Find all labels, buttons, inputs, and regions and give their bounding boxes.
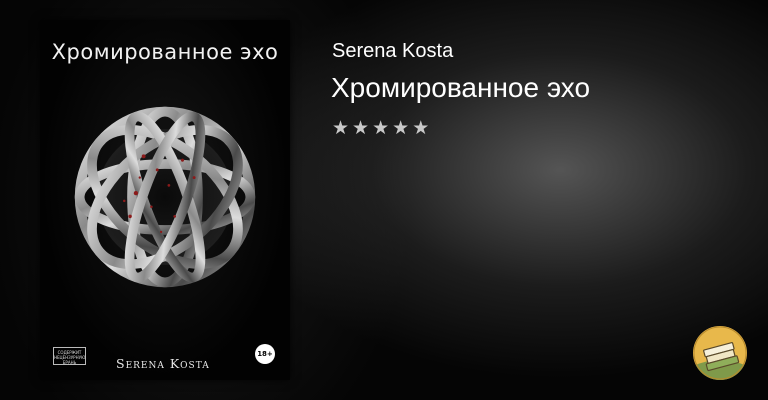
author-name[interactable]: Serena Kosta <box>332 40 453 63</box>
star-icon[interactable]: ★ <box>392 119 409 138</box>
book-stack-icon[interactable] <box>693 326 747 380</box>
chrome-sphere-image <box>74 106 256 288</box>
cover-title: Хромированное эхо <box>51 40 279 64</box>
star-icon[interactable]: ★ <box>332 119 349 138</box>
book-cover[interactable]: Хромированное эхо СОДЕРЖИТ НЕЦЕНЗУРНУЮ Б… <box>40 20 290 380</box>
cover-author: Serena Kosta <box>116 356 210 371</box>
star-icon[interactable]: ★ <box>352 119 369 138</box>
age-rating-badge: 18+ <box>255 344 275 364</box>
star-icon[interactable]: ★ <box>372 119 389 138</box>
book-title[interactable]: Хромированное эхо <box>331 72 590 104</box>
content-warning-badge: СОДЕРЖИТ НЕЦЕНЗУРНУЮ БРАНЬ <box>53 347 86 365</box>
star-icon[interactable]: ★ <box>412 119 429 138</box>
rating-stars: ★ ★ ★ ★ ★ <box>332 119 429 138</box>
